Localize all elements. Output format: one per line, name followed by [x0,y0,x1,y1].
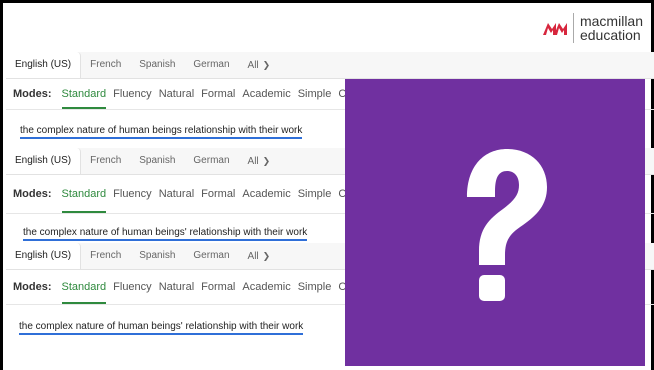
mode-simple[interactable]: Simple [298,175,332,213]
mode-natural[interactable]: Natural [159,270,194,304]
macmillan-logo-icon [542,23,567,35]
mode-academic[interactable]: Academic [242,79,290,109]
tab-all[interactable]: All ❯ [239,148,280,174]
macmillan-education-logo: macmillan education [542,13,643,43]
tab-all-label: All [247,156,259,167]
mode-standard[interactable]: Standard [61,175,107,213]
mode-formal[interactable]: Formal [201,79,235,109]
tab-french[interactable]: French [81,243,130,269]
mode-academic[interactable]: Academic [242,270,290,304]
mode-fluency[interactable]: Fluency [113,270,152,304]
tab-all[interactable]: All ❯ [239,52,280,78]
tab-french[interactable]: French [81,52,130,78]
tab-all[interactable]: All ❯ [239,243,280,269]
tab-english-us[interactable]: English (US) [6,148,82,174]
tab-german[interactable]: German [184,148,238,174]
mode-fluency[interactable]: Fluency [113,175,152,213]
question-mark-icon [467,149,547,301]
chevron-down-icon: ❯ [262,60,271,70]
mode-academic[interactable]: Academic [242,175,290,213]
tab-spanish[interactable]: Spanish [130,148,184,174]
mode-simple[interactable]: Simple [298,270,332,304]
mode-fluency[interactable]: Fluency [113,79,152,109]
logo-line-1: macmillan [579,13,643,29]
modes-label: Modes: [13,188,52,200]
mode-formal[interactable]: Formal [201,270,235,304]
mode-formal[interactable]: Formal [201,175,235,213]
modes-label: Modes: [13,281,52,293]
language-tabs: English (US) French Spanish German All ❯ [6,52,654,79]
mode-natural[interactable]: Natural [159,79,194,109]
chevron-down-icon: ❯ [262,251,271,261]
tab-all-label: All [247,251,259,262]
tab-all-label: All [247,60,259,71]
logo-divider [572,13,574,43]
mode-standard[interactable]: Standard [61,270,107,304]
tab-spanish[interactable]: Spanish [130,243,184,269]
tab-spanish[interactable]: Spanish [130,52,184,78]
tab-french[interactable]: French [81,148,130,174]
modes-label: Modes: [13,88,52,100]
tab-german[interactable]: German [184,243,238,269]
logo-text: macmillan education [580,14,643,42]
logo-line-2: education [579,27,641,43]
sentence-2[interactable]: the complex nature of human beings' rela… [23,227,308,241]
chevron-down-icon: ❯ [262,156,271,166]
tab-german[interactable]: German [184,52,238,78]
question-mark-overlay [345,79,645,366]
sentence-1[interactable]: the complex nature of human beings relat… [20,125,303,139]
mode-simple[interactable]: Simple [298,79,332,109]
mode-natural[interactable]: Natural [159,175,194,213]
screenshot-frame: macmillan education English (US) French … [0,0,654,370]
tab-english-us[interactable]: English (US) [6,52,82,78]
mode-standard[interactable]: Standard [61,79,107,109]
tab-english-us[interactable]: English (US) [6,243,82,269]
sentence-3[interactable]: the complex nature of human beings' rela… [19,321,304,335]
